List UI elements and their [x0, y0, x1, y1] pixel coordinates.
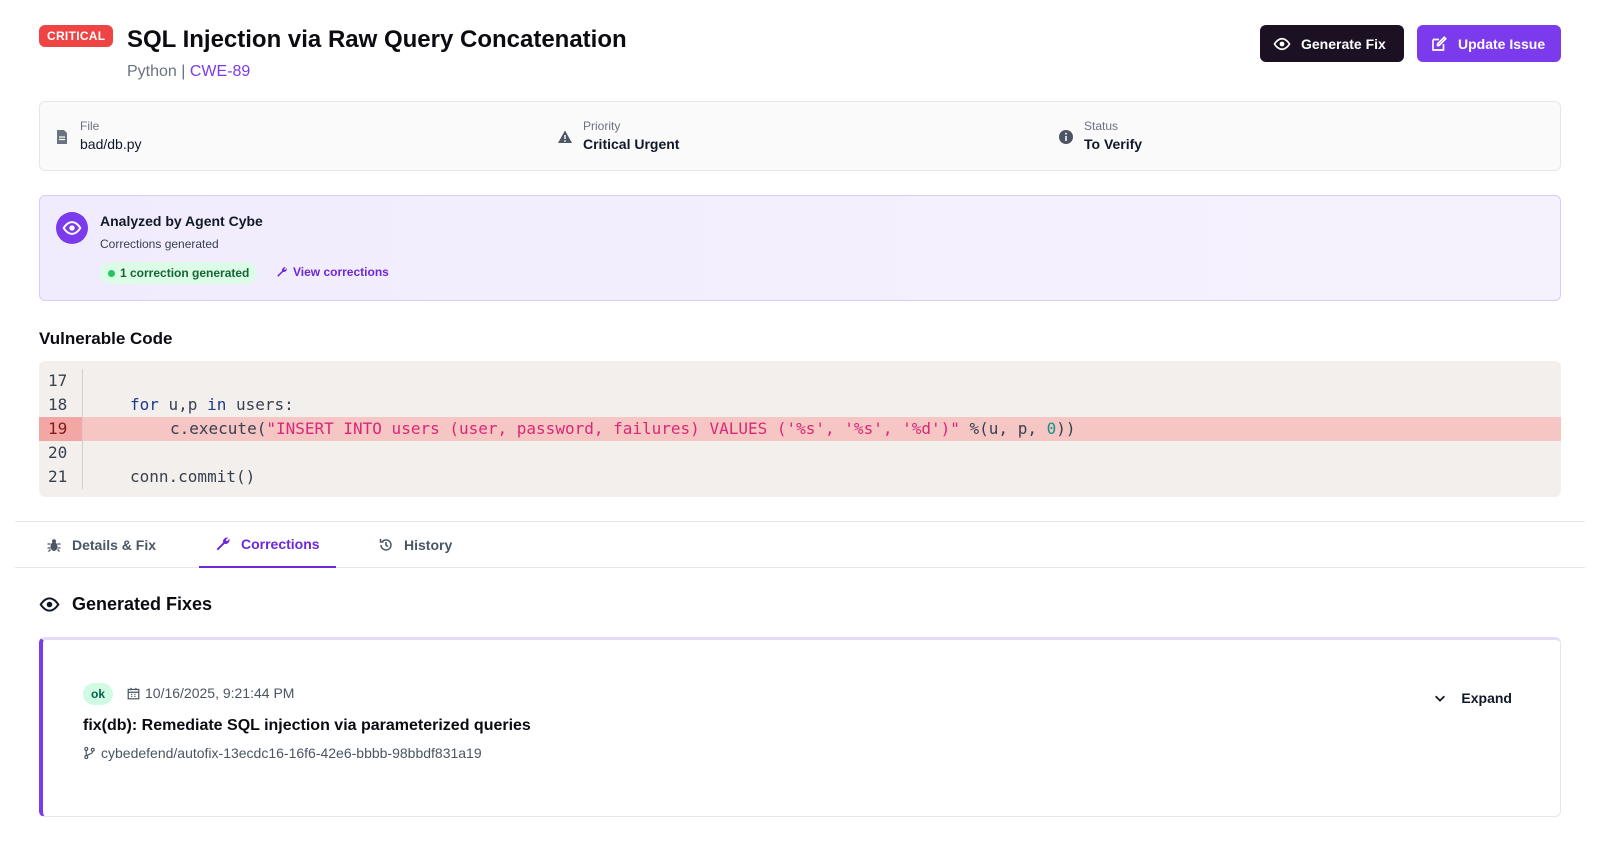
code-viewer: 17 18 for u,p in users: 19 c.execute("IN…: [39, 361, 1561, 497]
line-source: [83, 369, 130, 393]
corrections-count-badge: 1 correction generated: [100, 262, 258, 284]
wrench-icon: [216, 537, 230, 551]
corrections-count-label: 1 correction generated: [120, 266, 250, 280]
line-number: 18: [39, 393, 83, 417]
file-label: File: [80, 119, 100, 133]
cwe-link[interactable]: CWE-89: [190, 63, 250, 80]
status-meta: Status To Verify: [1058, 119, 1142, 152]
view-corrections-link[interactable]: View corrections: [276, 265, 389, 279]
line-number: 19: [39, 417, 83, 441]
agent-eye-icon: [56, 212, 88, 244]
eye-icon: [1273, 37, 1291, 50]
status-value: To Verify: [1084, 136, 1143, 152]
tab-label: History: [404, 537, 453, 553]
code-line: 17: [39, 369, 1561, 393]
line-source: for u,p in users:: [130, 395, 294, 414]
fix-card[interactable]: ok 10/16/2025, 9:21:44 PM fix(db): Remed…: [39, 637, 1561, 817]
agent-title: Analyzed by Agent Cybe: [100, 213, 263, 229]
file-value: bad/db.py: [80, 136, 142, 152]
fix-branch: cybedefend/autofix-13ecdc16-16f6-42e6-bb…: [83, 745, 482, 761]
generate-fix-label: Generate Fix: [1301, 35, 1386, 52]
info-icon: [1059, 130, 1073, 144]
wrench-icon: [277, 267, 287, 277]
file-meta: File bad/db.py: [54, 119, 142, 152]
issue-subtitle: Python | CWE-89: [127, 63, 250, 81]
tab-history[interactable]: History: [362, 522, 468, 568]
update-issue-button[interactable]: Update Issue: [1417, 25, 1561, 62]
fix-status-badge: ok: [83, 683, 114, 705]
edit-icon: [1432, 35, 1447, 51]
fix-title: fix(db): Remediate SQL injection via par…: [83, 717, 531, 734]
line-number: 20: [39, 441, 83, 465]
generated-fixes-title: Generated Fixes: [72, 594, 213, 614]
fix-branch-name: cybedefend/autofix-13ecdc16-16f6-42e6-bb…: [101, 745, 482, 761]
code-line: 21 conn.commit(): [39, 465, 1561, 489]
subtitle-separator: |: [181, 63, 186, 80]
line-number: 17: [39, 369, 83, 393]
code-line-highlighted: 19 c.execute("INSERT INTO users (user, p…: [39, 417, 1561, 441]
status-label: Status: [1084, 119, 1119, 133]
page-title: SQL Injection via Raw Query Concatenatio…: [127, 26, 627, 53]
line-number: 21: [39, 465, 83, 489]
agent-subtitle: Corrections generated: [100, 237, 219, 251]
tab-details-fix[interactable]: Details & Fix: [30, 522, 172, 568]
line-source: [83, 441, 130, 465]
generate-fix-button[interactable]: Generate Fix: [1260, 25, 1404, 62]
status-dot-icon: [108, 269, 115, 277]
warning-icon: [558, 130, 572, 143]
eye-icon: [39, 597, 60, 612]
file-icon: [57, 130, 67, 144]
update-issue-label: Update Issue: [1458, 35, 1546, 52]
issue-header: CRITICAL SQL Injection via Raw Query Con…: [39, 24, 1571, 84]
tab-corrections[interactable]: Corrections: [199, 522, 336, 568]
language-label: Python: [127, 63, 177, 80]
issue-meta-panel: File bad/db.py Priority Critical Urgent …: [39, 101, 1561, 171]
priority-value: Critical Urgent: [583, 136, 680, 152]
issue-tabs: Details & Fix Corrections History: [15, 521, 1585, 568]
generated-fixes-heading: Generated Fixes: [39, 594, 212, 615]
tab-label: Details & Fix: [72, 537, 157, 553]
expand-label: Expand: [1461, 690, 1512, 706]
chevron-down-icon: [1435, 695, 1446, 702]
code-line: 20: [39, 441, 1561, 465]
bug-icon: [47, 539, 61, 552]
line-source: conn.commit(): [130, 467, 256, 486]
code-line: 18 for u,p in users:: [39, 393, 1561, 417]
git-branch-icon: [84, 746, 95, 760]
fix-date: 10/16/2025, 9:21:44 PM: [127, 685, 294, 701]
line-source: c.execute("INSERT INTO users (user, pass…: [170, 419, 1076, 438]
history-icon: [379, 539, 392, 551]
priority-label: Priority: [583, 119, 621, 133]
tab-label: Corrections: [241, 536, 320, 552]
severity-badge: CRITICAL: [39, 25, 114, 47]
agent-analysis-panel: Analyzed by Agent Cybe Corrections gener…: [39, 195, 1561, 301]
calendar-icon: [127, 687, 140, 699]
vulnerable-code-title: Vulnerable Code: [39, 329, 173, 348]
view-corrections-label: View corrections: [293, 265, 389, 279]
fix-date-value: 10/16/2025, 9:21:44 PM: [145, 685, 295, 701]
priority-meta: Priority Critical Urgent: [557, 119, 679, 152]
expand-button[interactable]: Expand: [1433, 690, 1512, 706]
